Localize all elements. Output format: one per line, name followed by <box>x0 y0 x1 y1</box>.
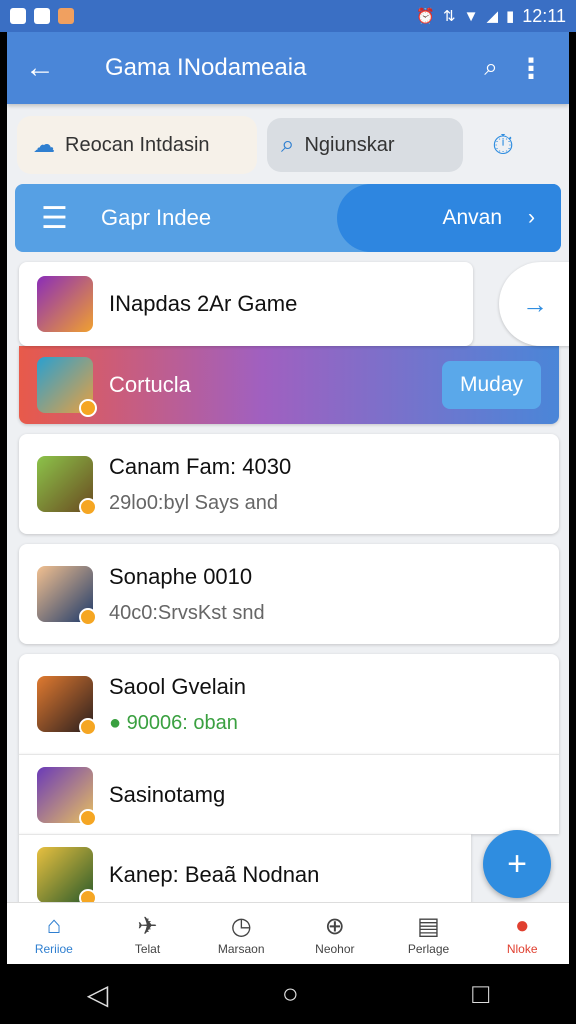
notification-icon <box>58 8 74 24</box>
action-button[interactable]: Muday <box>441 361 541 409</box>
pin-icon: ✈ <box>137 912 158 940</box>
battery-icon: ▮ <box>506 8 515 25</box>
back-icon[interactable]: ◁ <box>87 978 109 1011</box>
app-bar: ← Gama INodameaia ⌕ ⋮ <box>7 32 569 104</box>
category-chip[interactable]: ☁ Reocan Intdasin <box>17 116 257 174</box>
advance-label: Anvan <box>442 206 502 229</box>
item-subtitle: 29lo0:byl Says and <box>109 491 279 514</box>
add-button[interactable]: + <box>483 830 551 898</box>
nav-label: Perlage <box>407 941 450 956</box>
item-subtitle: 40c0:SrvsKst snd <box>109 601 265 624</box>
bottom-nav: ⌂ Reriioe ✈ Telat ◷ Marsaon ⊕ Neohor ▤ P… <box>7 902 569 964</box>
nav-item-neohor[interactable]: ⊕ Neohor <box>288 903 382 964</box>
wifi-icon: ▼ <box>463 7 479 25</box>
cloud-icon: ☁ <box>33 132 55 157</box>
item-subtitle: ● 90006: oban <box>109 711 238 734</box>
status-text: 90006: oban <box>126 711 238 734</box>
recents-icon[interactable]: □ <box>472 978 489 1010</box>
chat-icon <box>10 8 26 24</box>
location-icon: ● <box>514 911 530 939</box>
item-title: Cortucla <box>109 372 191 397</box>
search-chip-label: Ngiunskar <box>304 133 395 156</box>
search-icon: ⌕ <box>281 131 295 158</box>
list-item[interactable]: Canam Fam: 4030 29lo0:byl Says and <box>19 434 559 534</box>
timer-icon[interactable]: ⏱ <box>473 129 533 162</box>
alarm-icon: ⏰ <box>416 8 436 25</box>
system-nav-bar: ◁ ○ □ <box>0 964 576 1024</box>
status-time: 12:11 <box>522 5 566 26</box>
chevron-right-icon: › <box>528 206 535 229</box>
home-circle-icon[interactable]: ○ <box>282 978 299 1010</box>
status-bar: ⏰ ⇅ ▼ ◢ ▮ 12:11 <box>0 0 576 32</box>
home-icon: ⌂ <box>46 911 62 939</box>
plus-circle-icon: ⊕ <box>324 912 345 940</box>
list-item[interactable]: INapdas 2Ar Game <box>19 262 473 346</box>
page-title: Gama INodameaia <box>105 54 307 81</box>
nav-item-nloke[interactable]: ● Nloke <box>475 903 569 964</box>
nav-item-telat[interactable]: ✈ Telat <box>101 903 195 964</box>
advance-pill[interactable]: Anvan › <box>337 184 561 252</box>
more-menu-icon[interactable]: ⋮ <box>511 52 551 85</box>
badge-icon <box>79 718 97 736</box>
gallery-icon <box>34 8 50 24</box>
game-list: INapdas 2Ar Game → Cortucla Muday Canam … <box>19 262 569 914</box>
list-item-highlight[interactable]: Cortucla Muday <box>19 346 559 424</box>
nav-item-home[interactable]: ⌂ Reriioe <box>7 903 101 964</box>
nav-label: Reriioe <box>34 941 73 956</box>
search-chip[interactable]: ⌕ Ngiunskar <box>267 118 463 172</box>
menu-icon[interactable]: ☰ <box>41 201 101 236</box>
game-thumbnail <box>37 676 97 736</box>
game-thumbnail <box>37 357 97 417</box>
item-title: INapdas 2Ar Game <box>109 291 298 316</box>
list-item[interactable]: Sasinotamg <box>19 754 559 834</box>
document-icon: ▤ <box>417 912 440 940</box>
item-title: Saool Gvelain <box>109 673 246 699</box>
badge-icon <box>79 808 97 827</box>
game-thumbnail <box>37 456 97 516</box>
item-title: Canam Fam: 4030 <box>109 453 292 479</box>
signal-icon: ◢ <box>486 8 499 25</box>
filter-row: ☁ Reocan Intdasin ⌕ Ngiunskar ⏱ <box>7 104 569 184</box>
arrow-right-icon[interactable]: → <box>499 262 569 346</box>
category-chip-label: Reocan Intdasin <box>65 133 210 156</box>
nav-label: Neohor <box>315 941 355 956</box>
list-item[interactable]: Saool Gvelain ● 90006: oban <box>19 654 559 754</box>
data-icon: ⇅ <box>443 8 456 25</box>
game-thumbnail <box>37 276 93 332</box>
back-arrow-icon[interactable]: ← <box>25 51 85 85</box>
list-item[interactable]: Sonaphe 0010 40c0:SrvsKst snd <box>19 544 559 644</box>
nav-item-marsaon[interactable]: ◷ Marsaon <box>194 903 288 964</box>
clock-icon: ◷ <box>230 912 252 940</box>
search-icon[interactable]: ⌕ <box>471 54 511 82</box>
nav-item-perlage[interactable]: ▤ Perlage <box>382 903 476 964</box>
nav-label: Nloke <box>506 941 538 956</box>
section-banner[interactable]: ☰ Gapr Indee Anvan › <box>15 184 561 252</box>
game-thumbnail <box>37 566 97 626</box>
badge-icon <box>79 399 97 417</box>
item-title: Kanep: Beaã Nodnan <box>109 861 320 887</box>
badge-icon <box>79 608 97 626</box>
item-title: Sasinotamg <box>109 781 226 807</box>
item-title: Sonaphe 0010 <box>109 563 253 589</box>
game-thumbnail <box>37 766 97 827</box>
nav-label: Telat <box>134 941 161 956</box>
app-screen: ← Gama INodameaia ⌕ ⋮ ☁ Reocan Intdasin … <box>7 32 569 964</box>
badge-icon <box>79 498 97 516</box>
game-thumbnail <box>37 846 97 907</box>
nav-label: Marsaon <box>217 941 265 956</box>
